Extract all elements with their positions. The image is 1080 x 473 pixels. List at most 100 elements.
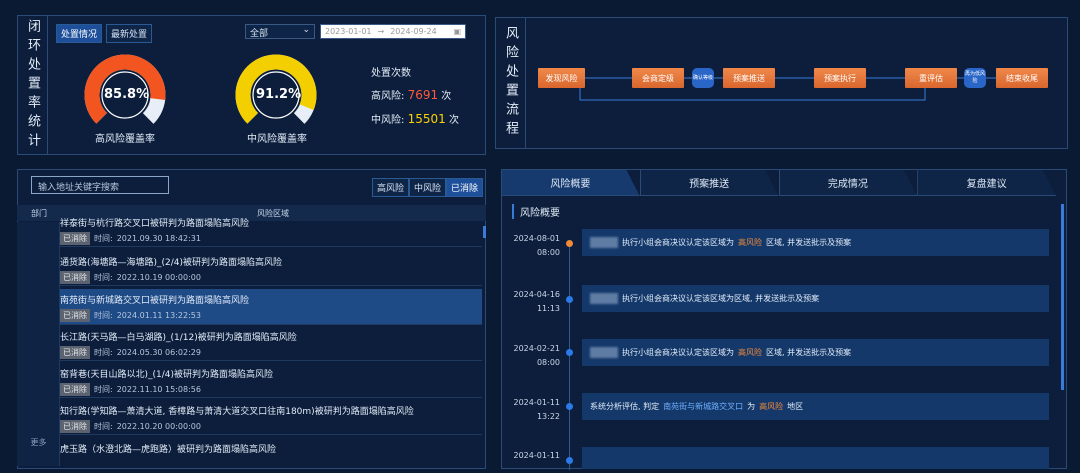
timeline-card[interactable] xyxy=(582,447,1049,469)
mid-risk-coverage-label: 中风险覆盖率 xyxy=(247,134,307,145)
row-title: 知行路(学知路—萧清大道, 香樟路与萧清大道交叉口往南180m)被研判为路面塌陷… xyxy=(60,407,414,417)
tab-plan-push[interactable]: 预案推送 xyxy=(639,169,779,196)
more-link[interactable]: 更多 xyxy=(17,437,60,448)
coverage-tabs: 处置情况 最新处置 xyxy=(56,24,153,43)
timeline-card[interactable]: 系统分析评估, 判定 南苑街与新城路交叉口为高风险 地区 xyxy=(582,393,1049,420)
flow-step-plan-push[interactable]: 预案推送 xyxy=(723,68,775,88)
tab-latest-disposal[interactable]: 最新处置 xyxy=(106,24,153,43)
arrow-right-icon: → xyxy=(377,27,385,36)
event-date-day: 2024-04-16 xyxy=(513,290,561,299)
row-time: 2024.01.11 13:22:53 xyxy=(116,311,201,320)
coverage-title: 闭环处置率统计 xyxy=(25,18,40,152)
flow-step-reassess[interactable]: 重评估 xyxy=(905,68,957,88)
row-time: 2024.05.30 06:02:29 xyxy=(116,348,201,357)
flow-title: 风险处置流程 xyxy=(503,26,518,140)
timeline-card[interactable]: 临平区 执行小组会商决议认定该区域为 高风险 区域, 并发送批示及预案 xyxy=(582,339,1049,366)
category-select[interactable]: 全部 ⌄ xyxy=(245,24,315,39)
row-title: 虎玉路（水澄北路—虎跑路）被研判为路面塌陷高风险 xyxy=(60,445,277,455)
org-name: 临平区 xyxy=(590,293,618,304)
table-row[interactable]: 长江路(天马路—白马湖路)_(1/12)被研判为路面塌陷高风险 已消除 时间: 202… xyxy=(60,330,482,361)
section-title-text: 风险概要 xyxy=(520,208,560,219)
tab-review[interactable]: 复盘建议 xyxy=(917,169,1056,196)
flow-step-confirm-level[interactable]: 确认等级 xyxy=(692,68,714,88)
time-label: 时间: xyxy=(94,311,113,320)
date-range-picker[interactable]: 2023-01-01 → 2024-09-24 ▣ xyxy=(320,24,466,39)
filter-high[interactable]: 高风险 xyxy=(372,178,410,197)
event-text: 系统分析评估, 判定 xyxy=(590,402,660,411)
timeline-dot-active xyxy=(566,240,573,247)
event-text: 执行小组会商决议认定该区域为区域, 并发送批示及预案 xyxy=(622,294,820,303)
timeline-dot xyxy=(566,457,573,464)
org-name: 临平区 xyxy=(590,347,618,358)
event-place: 南苑街与新城路交叉口 xyxy=(663,402,744,411)
high-risk-coverage-label: 高风险覆盖率 xyxy=(95,134,155,145)
dept-column xyxy=(17,222,60,466)
date-start: 2023-01-01 xyxy=(325,27,372,36)
tab-risk-summary[interactable]: 风险概要 xyxy=(501,169,640,196)
status-badge: 已消除 xyxy=(60,420,90,433)
event-date-day: 2024-01-11 xyxy=(513,398,561,407)
flow-step-low-risk[interactable]: 再为低风险 xyxy=(964,68,986,88)
risk-filter-tabs: 高风险 中风险 已消除 xyxy=(372,178,484,197)
row-time: 2022.10.20 00:00:00 xyxy=(116,422,201,431)
detail-panel xyxy=(501,169,1067,469)
row-title: 通货路(海塘路—海塘路)_(2/4)被研判为路面塌陷高风险 xyxy=(60,258,283,268)
row-title: 南苑街与新城路交叉口被研判为路面塌陷高风险 xyxy=(60,296,250,306)
org-name: 临平区 xyxy=(590,237,618,248)
event-text-mid: 为 xyxy=(747,402,756,411)
time-label: 时间: xyxy=(94,385,113,394)
event-text-2: 区域, 并发送批示及预案 xyxy=(766,348,852,357)
table-row[interactable]: 窑背巷(天目山路以北)_(1/4)被研判为路面塌陷高风险 已消除 时间: 2022.1… xyxy=(60,367,482,398)
table-row[interactable]: 知行路(学知路—萧清大道, 香樟路与萧清大道交叉口往南180m)被研判为路面塌陷… xyxy=(60,404,482,435)
row-time: 2022.11.10 15:08:56 xyxy=(116,385,201,394)
high-count-row: 高风险: 7691 次 xyxy=(371,82,459,110)
flow-step-consult[interactable]: 会商定级 xyxy=(632,68,684,88)
event-text: 执行小组会商决议认定该区域为 xyxy=(622,238,734,247)
status-badge: 已消除 xyxy=(60,346,90,359)
col-dept: 部门 xyxy=(31,209,47,218)
mid-risk-coverage-value: 91.2% xyxy=(256,87,302,102)
risk-level: 高风险 xyxy=(759,402,784,411)
scrollbar[interactable] xyxy=(483,226,486,238)
event-date-time: 08:00 xyxy=(536,358,560,367)
time-label: 时间: xyxy=(94,422,113,431)
table-row[interactable]: 虎玉路（水澄北路—虎跑路）被研判为路面塌陷高风险 xyxy=(60,442,482,466)
event-date-day: 2024-08-01 xyxy=(513,234,561,243)
timeline-dot xyxy=(566,403,573,410)
event-date: 2024-01-11 13:22 xyxy=(510,396,561,424)
event-date-day: 2024-01-11 xyxy=(513,451,561,460)
table-row-selected[interactable]: 南苑街与新城路交叉口被研判为路面塌陷高风险 已消除 时间: 2024.01.11 13… xyxy=(60,289,482,325)
flow-step-discover[interactable]: 发现风险 xyxy=(538,68,585,88)
flow-step-plan-execute[interactable]: 预案执行 xyxy=(814,68,866,88)
row-title: 窑背巷(天目山路以北)_(1/4)被研判为路面塌陷高风险 xyxy=(60,370,274,380)
row-time: 2022.10.19 00:00:00 xyxy=(116,273,201,282)
row-title: 长江路(天马路—白马湖路)_(1/12)被研判为路面塌陷高风险 xyxy=(60,333,297,343)
timeline-dot xyxy=(566,296,573,303)
high-count-label: 高风险: xyxy=(371,91,405,102)
filter-mid[interactable]: 中风险 xyxy=(409,178,447,197)
event-date-time: 13:22 xyxy=(536,412,560,421)
mid-count-row: 中风险: 15501 次 xyxy=(371,110,459,130)
flow-step-close[interactable]: 结束收尾 xyxy=(996,68,1048,88)
high-risk-coverage-value: 85.8% xyxy=(104,87,150,102)
coverage-title-box: 闭环处置率统计 xyxy=(18,16,48,154)
timeline-dot xyxy=(566,349,573,356)
event-date-day: 2024-02-21 xyxy=(513,344,561,353)
high-count-value: 7691 xyxy=(407,88,439,102)
search-input[interactable]: 输入地址关键字搜索 xyxy=(31,176,169,194)
timeline-card[interactable]: 临平区 执行小组会商决议认定该区域为 高风险 区域, 并发送批示及预案 xyxy=(582,229,1049,256)
table-row[interactable]: 通货路(海塘路—海塘路)_(2/4)被研判为路面塌陷高风险 已消除 时间: 2022.… xyxy=(60,255,482,286)
status-badge: 已消除 xyxy=(60,383,90,396)
table-row[interactable]: 祥泰街与杭行路交叉口被研判为路面塌陷高风险 已消除 时间: 2021.09.30 18… xyxy=(60,216,482,247)
detail-scrollbar[interactable] xyxy=(1061,204,1064,390)
tab-completion[interactable]: 完成情况 xyxy=(778,169,918,196)
date-end: 2024-09-24 xyxy=(390,27,437,36)
filter-cleared[interactable]: 已消除 xyxy=(446,178,484,197)
section-title: 风险概要 xyxy=(512,204,560,219)
timeline-card[interactable]: 临平区 执行小组会商决议认定该区域为区域, 并发送批示及预案 xyxy=(582,285,1049,312)
counts-title: 处置次数 xyxy=(371,68,411,79)
tab-disposal-status[interactable]: 处置情况 xyxy=(56,24,103,43)
event-date: 2024-08-01 08:00 xyxy=(510,232,561,260)
mid-count-unit: 次 xyxy=(448,115,459,126)
event-text-2: 区域, 并发送批示及预案 xyxy=(766,238,852,247)
